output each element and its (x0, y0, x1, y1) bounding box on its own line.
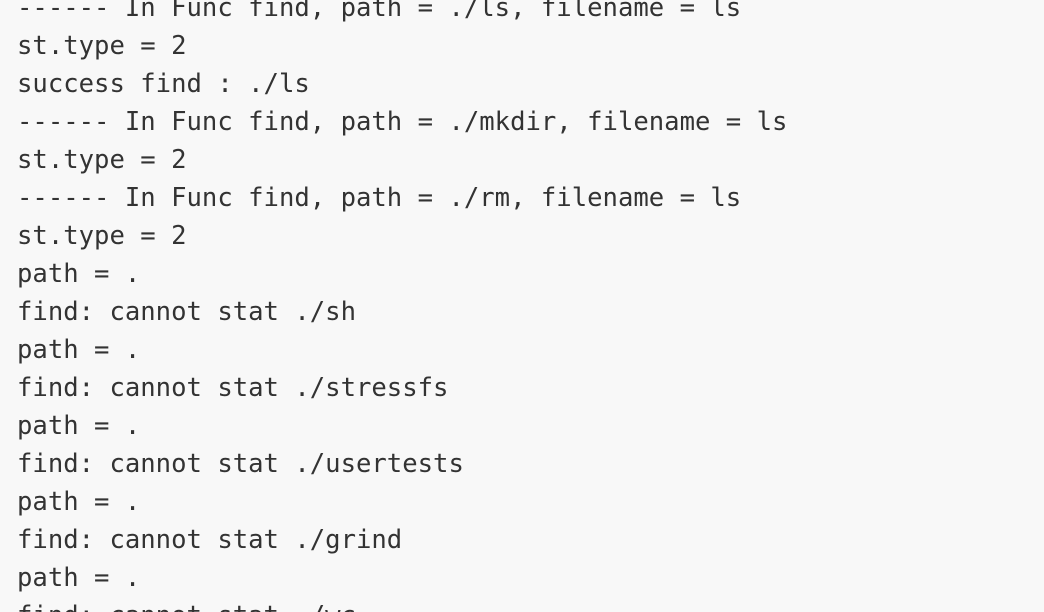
output-line: find: cannot stat ./sh (17, 297, 356, 327)
output-line: path = . (17, 335, 141, 365)
output-line: find: cannot stat ./wc (17, 597, 787, 612)
output-line: st.type = 2 (17, 221, 187, 251)
output-line: find: cannot stat ./stressfs (17, 373, 449, 403)
output-line: path = . (17, 259, 141, 289)
output-line: path = . (17, 563, 141, 593)
output-line: ------ In Func find, path = ./rm, filena… (17, 183, 742, 213)
terminal-output-block[interactable]: ------ In Func find, path = ./ls, filena… (0, 0, 1044, 612)
terminal-output-lines: ------ In Func find, path = ./ls, filena… (17, 0, 787, 612)
output-line: ------ In Func find, path = ./mkdir, fil… (17, 107, 788, 137)
output-line: ------ In Func find, path = ./ls, filena… (17, 0, 742, 23)
output-line: find: cannot stat ./usertests (17, 449, 464, 479)
output-line: path = . (17, 411, 141, 441)
output-line: find: cannot stat ./grind (17, 525, 403, 555)
output-line: path = . (17, 487, 141, 517)
output-line: st.type = 2 (17, 31, 187, 61)
output-line: success find : ./ls (17, 69, 310, 99)
output-line: st.type = 2 (17, 145, 187, 175)
